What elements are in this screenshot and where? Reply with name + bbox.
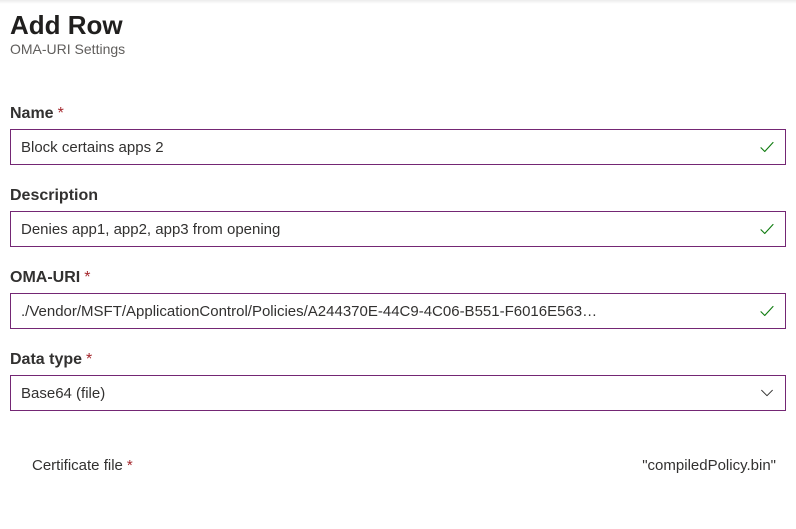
check-icon bbox=[757, 301, 777, 321]
oma-uri-label-text: OMA-URI bbox=[10, 269, 80, 287]
oma-uri-input-value: ./Vendor/MSFT/ApplicationControl/Policie… bbox=[21, 303, 747, 320]
required-marker: * bbox=[127, 457, 133, 474]
field-name: Name * Block certains apps 2 bbox=[10, 105, 786, 165]
data-type-select[interactable]: Base64 (file) bbox=[10, 375, 786, 411]
page-title: Add Row bbox=[10, 10, 786, 41]
certificate-row: Certificate file * "compiledPolicy.bin" bbox=[10, 457, 786, 474]
oma-uri-input[interactable]: ./Vendor/MSFT/ApplicationControl/Policie… bbox=[10, 293, 786, 329]
field-description: Description Denies app1, app2, app3 from… bbox=[10, 187, 786, 247]
field-oma-uri: OMA-URI * ./Vendor/MSFT/ApplicationContr… bbox=[10, 269, 786, 329]
oma-uri-label: OMA-URI * bbox=[10, 269, 786, 287]
required-marker: * bbox=[86, 351, 92, 369]
check-icon bbox=[757, 137, 777, 157]
certificate-value: "compiledPolicy.bin" bbox=[642, 457, 776, 474]
data-type-label-text: Data type bbox=[10, 351, 82, 369]
check-icon bbox=[757, 219, 777, 239]
field-data-type: Data type * Base64 (file) bbox=[10, 351, 786, 411]
certificate-label: Certificate file * bbox=[32, 457, 133, 474]
required-marker: * bbox=[84, 269, 90, 287]
data-type-label: Data type * bbox=[10, 351, 786, 369]
description-label: Description bbox=[10, 187, 786, 205]
description-label-text: Description bbox=[10, 187, 98, 205]
page-subtitle: OMA-URI Settings bbox=[10, 41, 786, 57]
chevron-down-icon bbox=[757, 383, 777, 403]
required-marker: * bbox=[58, 105, 64, 123]
description-input-value: Denies app1, app2, app3 from opening bbox=[21, 221, 747, 238]
description-input[interactable]: Denies app1, app2, app3 from opening bbox=[10, 211, 786, 247]
name-input[interactable]: Block certains apps 2 bbox=[10, 129, 786, 165]
data-type-select-value: Base64 (file) bbox=[21, 385, 747, 402]
name-label-text: Name bbox=[10, 105, 54, 123]
name-input-value: Block certains apps 2 bbox=[21, 139, 747, 156]
certificate-label-text: Certificate file bbox=[32, 457, 123, 474]
name-label: Name * bbox=[10, 105, 786, 123]
